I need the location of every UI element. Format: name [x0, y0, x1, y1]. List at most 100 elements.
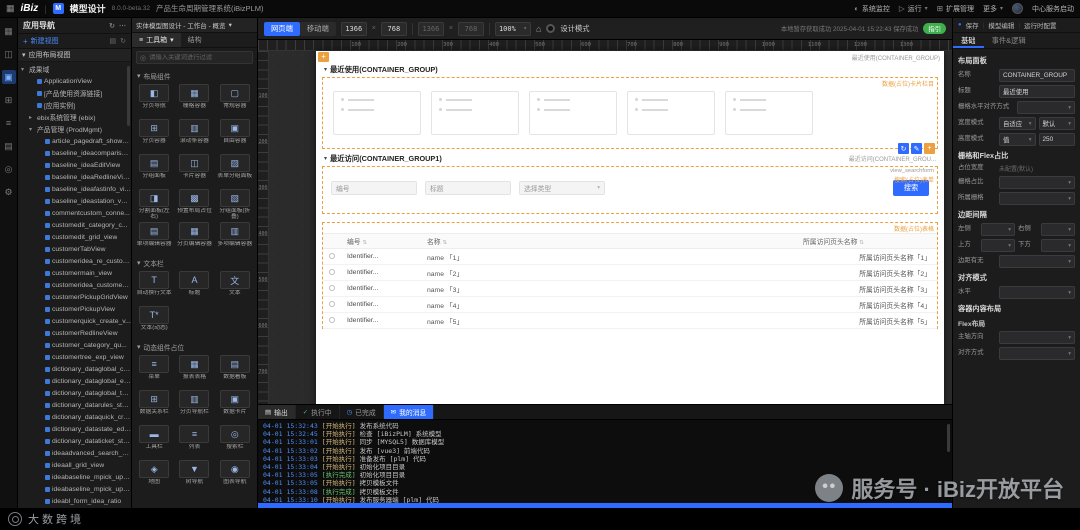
placeholder-card[interactable] [725, 91, 813, 135]
form-field[interactable]: 编号 ▾ [331, 181, 417, 195]
width-unit-select[interactable]: 默认 ▾ [1038, 117, 1075, 130]
chart-icon[interactable]: ▤ [2, 139, 16, 153]
group1-header[interactable]: ▾ 最近使用(CONTAINER_GROUP) [316, 63, 944, 76]
save-button[interactable]: 保存 [966, 20, 979, 30]
table-row[interactable]: Identifier... name 「4」 所属访问页头名称「4」 [323, 296, 937, 313]
tree-item[interactable]: dictionary_dataticket_stat... [18, 435, 131, 447]
tree-item[interactable]: ideaall_grid_view [18, 459, 131, 471]
app-menu-icon[interactable]: ▦ [6, 3, 15, 14]
grid-ratio-select[interactable]: ▾ [999, 176, 1075, 189]
app-icon[interactable]: ▦ [2, 24, 16, 38]
tree-root[interactable]: ▾ 应用布局视图 [18, 49, 131, 62]
search-icon[interactable]: ◎ [2, 162, 16, 176]
grid-container[interactable]: 数据(占位)表格 编号 ⇅ 名称 ⇅ 所属访问页头名称 ⇅ Identifier… [322, 222, 938, 329]
toolbox-item[interactable]: ▼ 树导航 [175, 459, 213, 492]
flex-direction-select[interactable]: ▾ [999, 331, 1075, 344]
toolbox-item[interactable]: ▢ 常规容器 [216, 83, 254, 116]
toolbox-item[interactable]: ◨ 分割面板(左右) [135, 188, 173, 221]
console-tab-running[interactable]: ✓ 执行中 [296, 405, 340, 419]
home-icon[interactable]: ⌂ [536, 24, 541, 34]
height-value-input[interactable]: 250 [1038, 133, 1075, 146]
tab-events-logic[interactable]: 事件&逻辑 [984, 33, 1034, 48]
radio-button[interactable] [329, 268, 335, 275]
breadcrumb[interactable]: 实体模型图设计 - 工作台 - 概览 ▾ [132, 18, 257, 33]
group1-container[interactable]: 数据(占位)卡片栏目 ↻ ✎ + [322, 77, 938, 154]
table-row[interactable]: Identifier... name 「5」 所属访问页头名称「5」 [323, 312, 937, 329]
tree-item[interactable]: dictionary_dataglobal_edi... [18, 375, 131, 387]
add-action-icon[interactable]: + [924, 143, 935, 154]
canvas-width-input[interactable]: 1366 [340, 21, 367, 36]
model-edit-button[interactable]: 模型编辑 [988, 20, 1014, 30]
tree-item[interactable]: customerquick_create_v... [18, 315, 131, 327]
toolbox-item[interactable]: ▥ 滚动条容器 [175, 118, 213, 151]
workspace-label[interactable]: 中心服务启动 [1032, 4, 1074, 14]
toolbox-item[interactable]: ◫ 卡片容器 [175, 153, 213, 186]
canvas-height-input[interactable]: 768 [380, 21, 407, 36]
toolbox-item[interactable]: ▦ 栅格容器 [175, 83, 213, 116]
refresh-icon[interactable]: ↻ [120, 37, 126, 45]
title-input[interactable]: 最近使用 [999, 85, 1075, 98]
list-icon[interactable]: ▤ [110, 37, 117, 45]
web-mode-button[interactable]: 网页端 [264, 21, 300, 36]
toolbox-item[interactable]: ▤ 单项编辑容器 [135, 221, 173, 254]
console-tab-done[interactable]: ◷ 已完成 [340, 405, 384, 419]
toolbox-item[interactable]: ▥ 多项编辑容器 [216, 221, 254, 254]
margin-bottom-select[interactable]: ▾ [1041, 239, 1075, 252]
toolbox-item[interactable]: ▤ 分组面板 [135, 153, 173, 186]
refresh-action-icon[interactable]: ↻ [898, 143, 909, 154]
more-button[interactable]: 更多 ▾ [983, 4, 1003, 14]
tree-item[interactable]: baseline_ideaEditView [18, 159, 131, 171]
placeholder-card[interactable] [627, 91, 715, 135]
tree-item[interactable]: customermain_view [18, 267, 131, 279]
toolbox-item[interactable]: ▬ 工具栏 [135, 424, 173, 457]
tree-item[interactable]: baseline_ideacomparison... [18, 147, 131, 159]
toolbox-item[interactable]: ▥ 分页导航栏 [175, 389, 213, 422]
artboard[interactable]: + 最近使用(CONTAINER_GROUP) ▾ 最近使用(CONTAINER… [316, 51, 944, 404]
group2-header[interactable]: ▾ 最近访问(CONTAINER_GROUP1) 最近访问(CONTAINER_… [316, 152, 944, 165]
toolbox-item[interactable]: ≡ 菜单 [135, 354, 173, 387]
console-tab-output[interactable]: ▤ 输出 [258, 405, 296, 419]
horizontal-align-select[interactable]: ▾ [999, 286, 1075, 299]
toolbox-item[interactable]: ▤ 数据看板 [216, 354, 254, 387]
workflow-icon[interactable]: ≡ [2, 116, 16, 130]
toolbox-item[interactable]: ▧ 分组面板(折叠) [216, 188, 254, 221]
table-row[interactable]: Identifier... name 「3」 所属访问页头名称「3」 [323, 280, 937, 297]
tree-item[interactable]: [应用实例] [18, 99, 131, 111]
tab-toolbox[interactable]: ≡ 工具箱 ▾ [132, 33, 181, 47]
tree-item[interactable]: dictionary_datastate_edit... [18, 423, 131, 435]
runtime-config-button[interactable]: 运行时配置 [1024, 20, 1057, 30]
tree-item[interactable]: customertree_exp_view [18, 351, 131, 363]
tree-item[interactable]: ideaadvanced_search_gri... [18, 447, 131, 459]
run-button[interactable]: ▷ 运行 ▾ [899, 4, 928, 14]
margin-right-select[interactable]: ▾ [1041, 223, 1075, 236]
tree-item[interactable]: ideachange_state_view [18, 507, 131, 508]
sort-icon[interactable]: ⇅ [442, 240, 447, 246]
tree-item[interactable]: dictionary_datarules_state... [18, 399, 131, 411]
tree-item[interactable]: dictionary_dataglobal_tab... [18, 387, 131, 399]
tree-item[interactable]: dictionary_dataquick_cre... [18, 411, 131, 423]
zoom-select[interactable]: 100% ▾ [494, 21, 531, 36]
refresh-icon[interactable]: ↻ [109, 22, 115, 30]
tree-item[interactable]: ApplicationView [18, 75, 131, 87]
toolbox-item[interactable]: T 自动换行文本 [135, 270, 173, 303]
table-row[interactable]: Identifier... name 「2」 所属访问页头名称「2」 [323, 264, 937, 281]
tree-item[interactable]: article_pagedraft_show_a... [18, 135, 131, 147]
guide-badge[interactable]: 指引 [923, 23, 946, 34]
width-mode-select[interactable]: 自适应 ▾ [999, 117, 1036, 130]
settings-icon[interactable]: ⚙ [2, 185, 16, 199]
tab-basic[interactable]: 基础 [953, 33, 984, 48]
toolbox-item[interactable]: ▩ 预置布局占位 [175, 188, 213, 221]
toolbox-item[interactable]: ▨ 表单分组面板 [216, 153, 254, 186]
toolbox-item[interactable]: ▦ 报表表格 [175, 354, 213, 387]
toolbox-item[interactable]: ▣ 自由容器 [216, 118, 254, 151]
scrollbar[interactable] [947, 424, 950, 452]
extensions-button[interactable]: ⊞ 扩展管理 [937, 4, 974, 14]
scrollbar[interactable] [127, 66, 130, 126]
toolbox-item[interactable]: ⊞ 分页容器 [135, 118, 173, 151]
more-icon[interactable]: ⋯ [119, 22, 126, 30]
toolbox-item[interactable]: ▦ 分页编辑容器 [175, 221, 213, 254]
tree-item[interactable]: dictionary_dataglobal_cre... [18, 363, 131, 375]
toolbox-item[interactable]: ◉ 图表导航 [216, 459, 254, 492]
tree-item[interactable]: customeridea_customer_p... [18, 279, 131, 291]
tree-item[interactable]: customeridea_re_custom... [18, 255, 131, 267]
